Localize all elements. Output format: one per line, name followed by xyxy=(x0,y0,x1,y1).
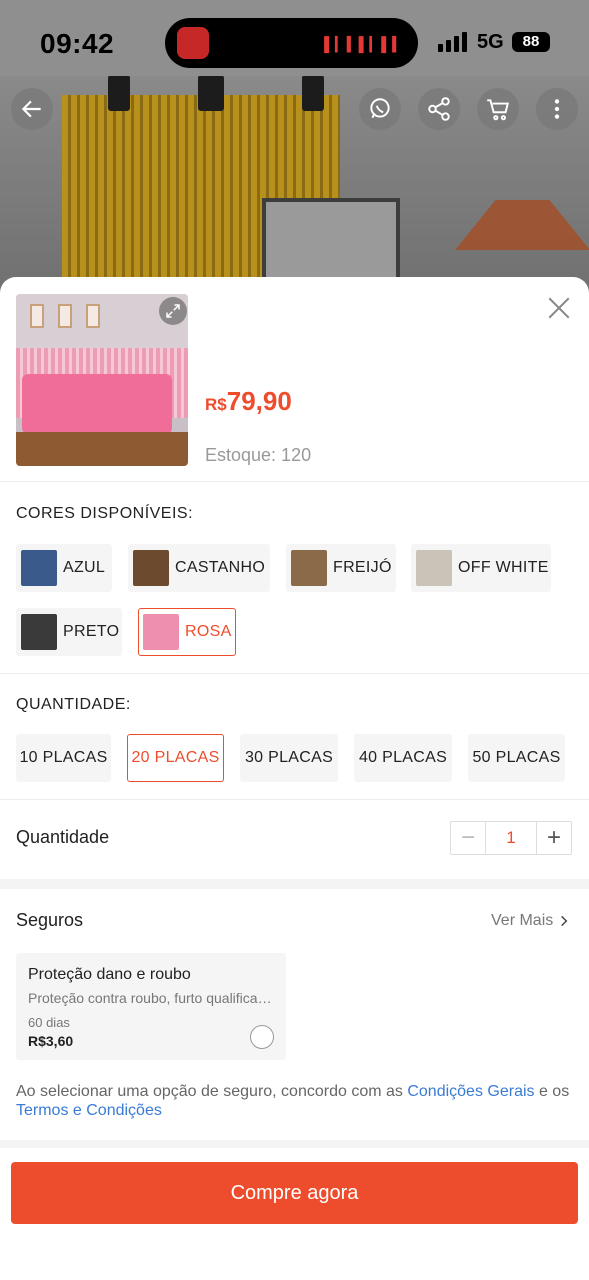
color-option-off-white[interactable]: OFF WHITE xyxy=(411,544,551,592)
divider xyxy=(0,481,589,482)
dynamic-island: ▌▎▍▌▎▌▍ xyxy=(165,18,418,68)
status-time: 09:42 xyxy=(40,28,115,59)
insurance-radio[interactable] xyxy=(250,1025,274,1049)
buy-now-button[interactable]: Compre agora xyxy=(11,1162,578,1224)
stock-count: Estoque: 120 xyxy=(205,445,312,465)
network-label: 5G xyxy=(477,31,504,53)
quantity-options-title: QUANTIDADE: xyxy=(16,696,131,713)
back-arrow-icon[interactable] xyxy=(11,88,53,130)
color-option-preto[interactable]: PRETO xyxy=(16,608,122,656)
see-more-link[interactable]: Ver Mais xyxy=(491,912,571,930)
swatch-image xyxy=(143,614,179,650)
status-bar: 09:42 ▌▎▍▌▎▌▍ 5G 88 xyxy=(0,0,589,76)
insurance-card-duration: 60 dias xyxy=(28,1015,70,1030)
signal-icon xyxy=(438,30,467,52)
quantity-label: Quantidade xyxy=(16,827,110,847)
section-separator xyxy=(0,879,589,889)
swatch-image xyxy=(21,614,57,650)
swatch-image xyxy=(133,550,169,586)
color-option-freijo[interactable]: FREIJÓ xyxy=(286,544,396,592)
color-option-rosa[interactable]: ROSA xyxy=(138,608,236,656)
quantity-option-10[interactable]: 10 PLACAS xyxy=(16,734,111,782)
close-icon[interactable] xyxy=(546,295,572,321)
quantity-option-50[interactable]: 50 PLACAS xyxy=(468,734,565,782)
general-conditions-link[interactable]: Condições Gerais xyxy=(407,1083,534,1100)
colors-title: CORES DISPONÍVEIS: xyxy=(16,505,194,522)
color-option-azul[interactable]: AZUL xyxy=(16,544,112,592)
recording-app-icon xyxy=(177,27,209,59)
insurance-card-title: Proteção dano e roubo xyxy=(28,966,191,983)
swatch-image xyxy=(291,550,327,586)
insurance-card[interactable]: Proteção dano e roubo Proteção contra ro… xyxy=(16,953,286,1060)
insurance-title: Seguros xyxy=(16,910,84,930)
audio-wave-icon: ▌▎▍▌▎▌▍ xyxy=(324,36,404,52)
cart-icon[interactable] xyxy=(477,88,519,130)
chevron-right-icon xyxy=(561,915,568,927)
more-icon[interactable] xyxy=(536,88,578,130)
insurance-card-description: Proteção contra roubo, furto qualificado… xyxy=(28,990,278,1006)
terms-and-conditions-link[interactable]: Termos e Condições xyxy=(16,1102,162,1119)
quantity-stepper: − 1 + xyxy=(450,821,572,855)
section-separator xyxy=(0,1140,589,1148)
whatsapp-icon[interactable] xyxy=(359,88,401,130)
divider xyxy=(0,799,589,800)
swatch-image xyxy=(21,550,57,586)
quantity-value[interactable]: 1 xyxy=(485,822,537,854)
product-price: R$79,90 xyxy=(205,386,292,416)
battery-icon: 88 xyxy=(512,32,550,52)
quantity-option-30[interactable]: 30 PLACAS xyxy=(240,734,338,782)
share-icon[interactable] xyxy=(418,88,460,130)
decrement-button[interactable]: − xyxy=(451,822,485,854)
color-option-castanho[interactable]: CASTANHO xyxy=(128,544,270,592)
insurance-card-price: R$3,60 xyxy=(28,1033,74,1049)
expand-icon[interactable] xyxy=(159,297,187,325)
increment-button[interactable]: + xyxy=(537,822,571,854)
quantity-option-40[interactable]: 40 PLACAS xyxy=(354,734,452,782)
divider xyxy=(0,673,589,674)
swatch-image xyxy=(416,550,452,586)
quantity-option-20[interactable]: 20 PLACAS xyxy=(127,734,224,782)
insurance-terms-text: Ao selecionar uma opção de seguro, conco… xyxy=(16,1083,570,1119)
